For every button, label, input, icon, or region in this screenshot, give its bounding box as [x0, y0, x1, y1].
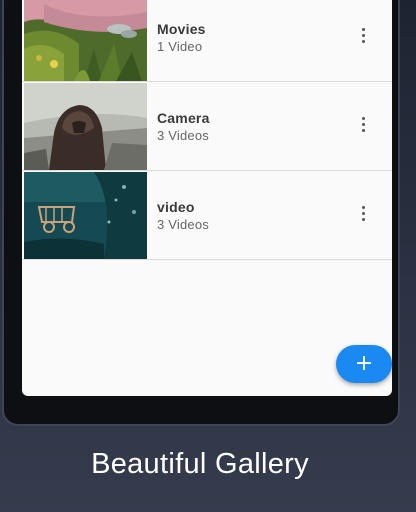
folder-row-camera[interactable]: Camera 3 Videos [22, 83, 392, 171]
more-vertical-icon[interactable] [352, 113, 376, 137]
folder-video-count: 1 Video [157, 39, 203, 54]
teal-scene-image [24, 172, 147, 259]
folder-title: Camera [157, 110, 210, 126]
app-screen: Movies 1 Video Camera 3 Videos video 3 V… [22, 0, 392, 396]
folder-thumbnail [24, 0, 147, 81]
garden-image [24, 0, 147, 81]
folder-video-count: 3 Videos [157, 217, 209, 232]
folder-row-video[interactable]: video 3 Videos [22, 172, 392, 260]
more-vertical-icon[interactable] [352, 24, 376, 48]
folder-row-movies[interactable]: Movies 1 Video [22, 0, 392, 82]
more-vertical-icon[interactable] [352, 202, 376, 226]
folder-title: video [157, 199, 195, 215]
promo-caption: Beautiful Gallery [91, 448, 309, 480]
folder-thumbnail [24, 83, 147, 170]
folder-thumbnail [24, 172, 147, 259]
folder-title: Movies [157, 21, 206, 37]
hooded-figure-image [24, 83, 147, 170]
plus-icon: + [354, 351, 374, 376]
folder-video-count: 3 Videos [157, 128, 209, 143]
phone-frame: Movies 1 Video Camera 3 Videos video 3 V… [2, 0, 400, 426]
add-button[interactable]: + [336, 345, 392, 383]
